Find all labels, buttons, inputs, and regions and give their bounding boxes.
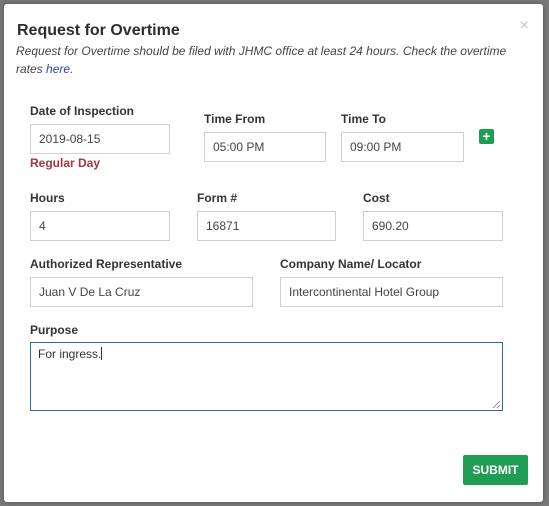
subtitle-text: Request for Overtime should be filed wit… — [16, 44, 507, 76]
resize-grip-icon[interactable] — [493, 401, 500, 408]
authorized-representative-input[interactable]: Juan V De La Cruz — [30, 277, 253, 307]
plus-icon: + — [482, 128, 491, 144]
cost-label: Cost — [363, 191, 390, 205]
day-type-label: Regular Day — [30, 156, 101, 170]
request-overtime-modal: Request for Overtime × Request for Overt… — [4, 4, 543, 502]
cost-input[interactable]: 690.20 — [363, 211, 503, 241]
date-of-inspection-input[interactable]: 2019-08-15 — [30, 124, 170, 154]
form-number-label: Form # — [197, 191, 238, 205]
authorized-representative-label: Authorized Representative — [30, 257, 183, 271]
purpose-label: Purpose — [30, 323, 79, 337]
hours-input[interactable]: 4 — [30, 211, 170, 241]
time-from-label: Time From — [204, 112, 266, 126]
subtitle-end: . — [70, 62, 74, 76]
company-name-label: Company Name/ Locator — [280, 257, 422, 271]
submit-button[interactable]: SUBMIT — [463, 455, 528, 485]
time-from-input[interactable]: 05:00 PM — [204, 132, 326, 162]
time-to-input[interactable]: 09:00 PM — [341, 132, 464, 162]
hours-label: Hours — [30, 191, 65, 205]
purpose-textarea[interactable]: For ingress. — [30, 342, 503, 411]
add-time-slot-button[interactable]: + — [479, 129, 494, 144]
company-name-input[interactable]: Intercontinental Hotel Group — [280, 277, 503, 307]
close-icon[interactable]: × — [520, 18, 529, 34]
overtime-rates-link[interactable]: here — [46, 62, 70, 76]
text-caret — [101, 347, 103, 360]
purpose-text: For ingress. — [38, 347, 102, 361]
modal-subtitle: Request for Overtime should be filed wit… — [16, 42, 521, 78]
date-of-inspection-label: Date of Inspection — [30, 104, 135, 118]
modal-title: Request for Overtime — [17, 22, 180, 39]
time-to-label: Time To — [341, 112, 386, 126]
form-number-input[interactable]: 16871 — [197, 211, 336, 241]
